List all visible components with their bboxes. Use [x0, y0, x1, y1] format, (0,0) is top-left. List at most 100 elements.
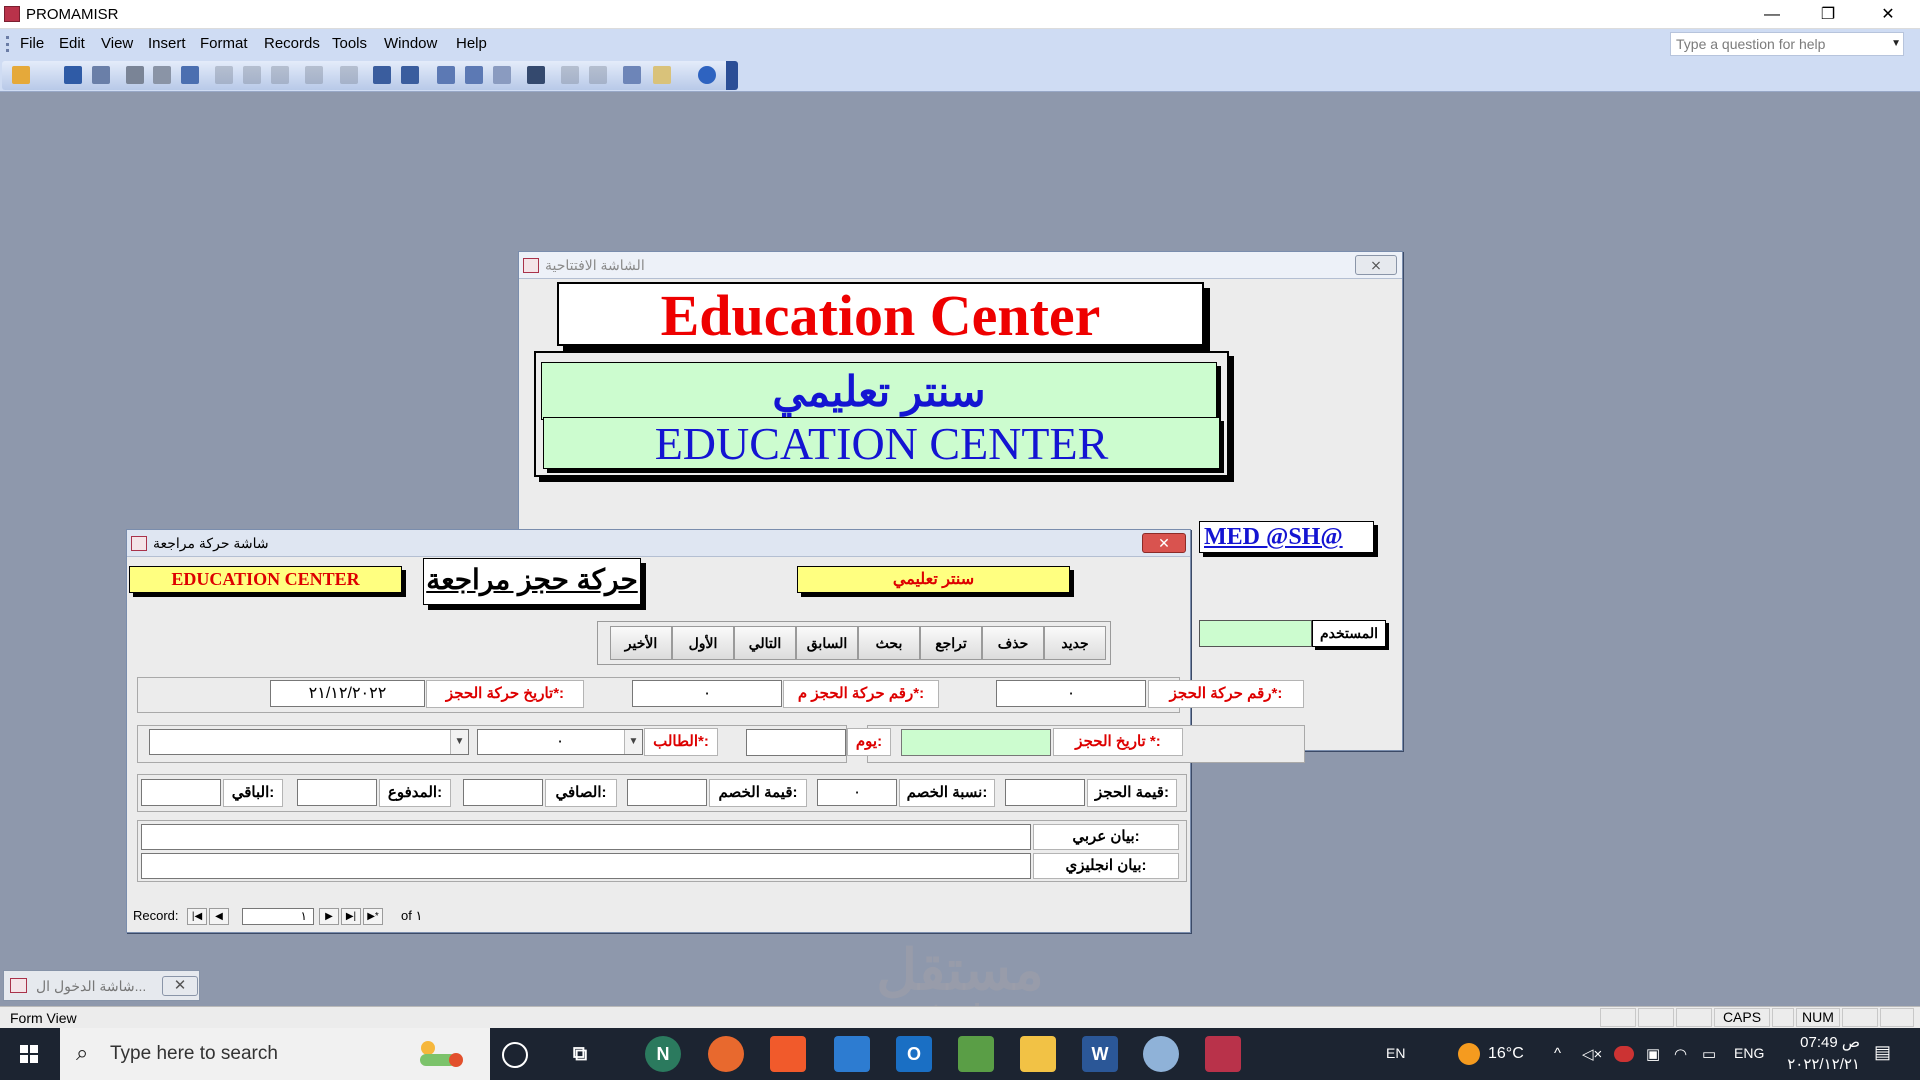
student-name-combo[interactable]: ▼ — [149, 729, 469, 755]
filter-by-form-icon[interactable] — [465, 66, 483, 84]
booking-close-button[interactable]: ✕ — [1142, 533, 1186, 553]
menu-records[interactable]: Records — [264, 35, 320, 52]
onedrive-icon[interactable] — [1614, 1046, 1634, 1062]
booking-no-field[interactable]: ٠ — [996, 680, 1146, 707]
toolbar-options-icon[interactable] — [726, 61, 738, 90]
outlook-icon[interactable]: O — [896, 1036, 932, 1072]
photos-icon[interactable] — [958, 1036, 994, 1072]
task-view-icon[interactable]: ⧉ — [562, 1036, 598, 1072]
cut-icon[interactable] — [215, 66, 233, 84]
first-record-icon[interactable]: |◀ — [187, 908, 207, 925]
booking-date-field[interactable]: ٢١/١٢/٢٠٢٢ — [270, 680, 425, 707]
paid-field[interactable] — [297, 779, 377, 806]
paste-icon[interactable] — [271, 66, 289, 84]
restore-button[interactable]: ❐ — [1800, 0, 1856, 29]
menu-grip[interactable] — [6, 36, 9, 52]
discount-pct-field[interactable]: ٠ — [817, 779, 897, 806]
first-button[interactable]: الأول — [672, 626, 734, 660]
menu-file[interactable]: File — [20, 35, 44, 52]
filter-by-selection-icon[interactable] — [437, 66, 455, 84]
delete-record-icon[interactable] — [589, 66, 607, 84]
chevron-up-icon[interactable]: ^ — [1554, 1045, 1561, 1062]
next-record-icon[interactable]: ▶ — [319, 908, 339, 925]
help-question-input[interactable]: Type a question for help ▼ — [1670, 32, 1904, 56]
undo-button[interactable]: تراجع — [920, 626, 982, 660]
camera-icon[interactable]: ▣ — [1646, 1045, 1660, 1063]
access-taskbar-icon[interactable] — [1205, 1036, 1241, 1072]
booking-no-m-field[interactable]: ٠ — [632, 680, 782, 707]
save-icon[interactable] — [64, 66, 82, 84]
find-icon[interactable] — [527, 66, 545, 84]
reserve-date-field[interactable] — [901, 729, 1051, 756]
menu-edit[interactable]: Edit — [59, 35, 85, 52]
apply-filter-icon[interactable] — [493, 66, 511, 84]
paint-icon[interactable] — [1143, 1036, 1179, 1072]
start-button[interactable] — [0, 1028, 58, 1080]
chevron-down-icon[interactable]: ▼ — [450, 730, 468, 754]
input-language[interactable]: EN — [1386, 1045, 1405, 1061]
menu-tools[interactable]: Tools — [332, 35, 367, 52]
amount-field[interactable] — [1005, 779, 1085, 806]
search-button[interactable]: بحث — [858, 626, 920, 660]
design-view-icon[interactable] — [12, 66, 30, 84]
discount-value-field[interactable] — [627, 779, 707, 806]
wifi-icon[interactable]: ◠ — [1674, 1045, 1687, 1063]
splash-user-field[interactable] — [1199, 620, 1312, 647]
sort-descending-icon[interactable] — [401, 66, 419, 84]
copy-icon[interactable] — [243, 66, 261, 84]
firefox-icon[interactable] — [708, 1036, 744, 1072]
desc-en-field[interactable] — [141, 853, 1031, 879]
day-field[interactable] — [746, 729, 846, 756]
menu-window[interactable]: Window — [384, 35, 437, 52]
delete-button[interactable]: حذف — [982, 626, 1044, 660]
insert-hyperlink-icon[interactable] — [340, 66, 358, 84]
desc-ar-field[interactable] — [141, 824, 1031, 850]
word-icon[interactable]: W — [1082, 1036, 1118, 1072]
new-object-icon[interactable] — [653, 66, 671, 84]
mail-icon[interactable] — [834, 1036, 870, 1072]
keyboard-language[interactable]: ENG — [1734, 1045, 1764, 1061]
print-preview-icon[interactable] — [153, 66, 171, 84]
new-record-icon[interactable] — [561, 66, 579, 84]
cortana-icon[interactable] — [502, 1042, 528, 1068]
speaker-muted-icon[interactable]: ◁× — [1582, 1045, 1602, 1063]
next-button[interactable]: التالي — [734, 626, 796, 660]
print-icon[interactable] — [126, 66, 144, 84]
help-dropdown-icon[interactable]: ▼ — [1891, 33, 1901, 55]
sort-ascending-icon[interactable] — [373, 66, 391, 84]
menu-format[interactable]: Format — [200, 35, 248, 52]
database-window-icon[interactable] — [623, 66, 641, 84]
taskbar-search[interactable]: ⌕ Type here to search — [60, 1028, 490, 1080]
brave-icon[interactable] — [770, 1036, 806, 1072]
new-record-nav-icon[interactable]: ▶* — [363, 908, 383, 925]
last-record-icon[interactable]: ▶| — [341, 908, 361, 925]
battery-icon[interactable]: ▭ — [1702, 1045, 1716, 1063]
menu-view[interactable]: View — [101, 35, 133, 52]
chevron-down-icon[interactable]: ▼ — [624, 730, 642, 754]
remaining-field[interactable] — [141, 779, 221, 806]
weather-widget-icon[interactable] — [412, 1036, 472, 1072]
minimized-close-button[interactable]: ✕ — [162, 976, 198, 996]
weather-sun-icon[interactable] — [1458, 1043, 1480, 1065]
last-button[interactable]: الأخير — [610, 626, 672, 660]
current-record-input[interactable]: ١ — [242, 908, 314, 925]
net-field[interactable] — [463, 779, 543, 806]
undo-icon[interactable] — [305, 66, 323, 84]
file-explorer-icon[interactable] — [1020, 1036, 1056, 1072]
previous-button[interactable]: السابق — [796, 626, 858, 660]
student-combo[interactable]: ٠ ▼ — [477, 729, 643, 755]
temperature[interactable]: 16°C — [1488, 1045, 1524, 1063]
splash-close-button[interactable]: ⨯ — [1355, 255, 1397, 275]
new-button[interactable]: جديد — [1044, 626, 1106, 660]
close-app-button[interactable]: ✕ — [1860, 0, 1916, 29]
menu-insert[interactable]: Insert — [148, 35, 186, 52]
spelling-icon[interactable] — [181, 66, 199, 84]
previous-record-icon[interactable]: ◀ — [209, 908, 229, 925]
clock[interactable]: 07:49 ص ٢٠٢٢/١٢/٢١ — [1770, 1032, 1860, 1076]
file-search-icon[interactable] — [92, 66, 110, 84]
notifications-icon[interactable]: ▤ — [1874, 1042, 1891, 1063]
menu-help[interactable]: Help — [456, 35, 487, 52]
notion-app-icon[interactable]: N — [645, 1036, 681, 1072]
minimize-button[interactable]: — — [1744, 0, 1800, 29]
help-icon[interactable] — [698, 66, 716, 84]
